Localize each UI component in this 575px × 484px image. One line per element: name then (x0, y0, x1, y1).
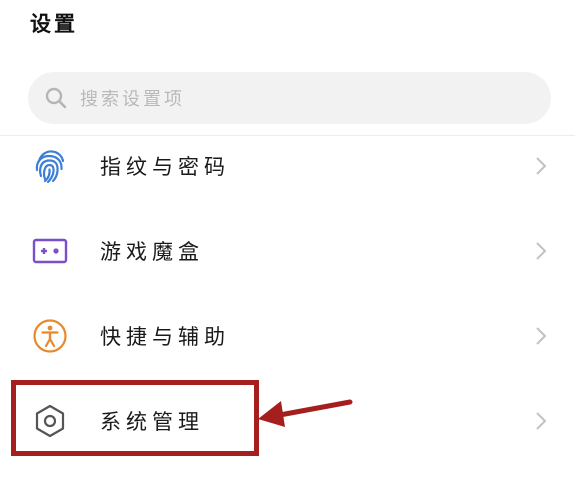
game-box-icon (32, 233, 68, 269)
settings-item-label: 快捷与辅助 (100, 325, 230, 349)
settings-item-shortcuts-accessibility[interactable]: 快捷与辅助 (0, 295, 575, 377)
fingerprint-icon (32, 148, 68, 184)
search-input[interactable]: 搜索设置项 (28, 72, 551, 124)
chevron-right-icon (534, 155, 548, 177)
search-icon (45, 87, 67, 109)
chevron-right-icon (534, 325, 548, 347)
page-title: 设置 (30, 12, 78, 36)
accessibility-icon (32, 318, 68, 354)
chevron-right-icon (534, 240, 548, 262)
settings-item-label: 游戏魔盒 (100, 240, 204, 264)
search-placeholder: 搜索设置项 (80, 89, 185, 110)
settings-item-fingerprint-password[interactable]: 指纹与密码 (0, 125, 575, 207)
annotation-arrow-icon (255, 388, 355, 438)
chevron-right-icon (534, 410, 548, 432)
settings-item-label: 指纹与密码 (100, 155, 230, 179)
annotation-highlight-box (11, 380, 259, 456)
settings-item-game-box[interactable]: 游戏魔盒 (0, 210, 575, 292)
